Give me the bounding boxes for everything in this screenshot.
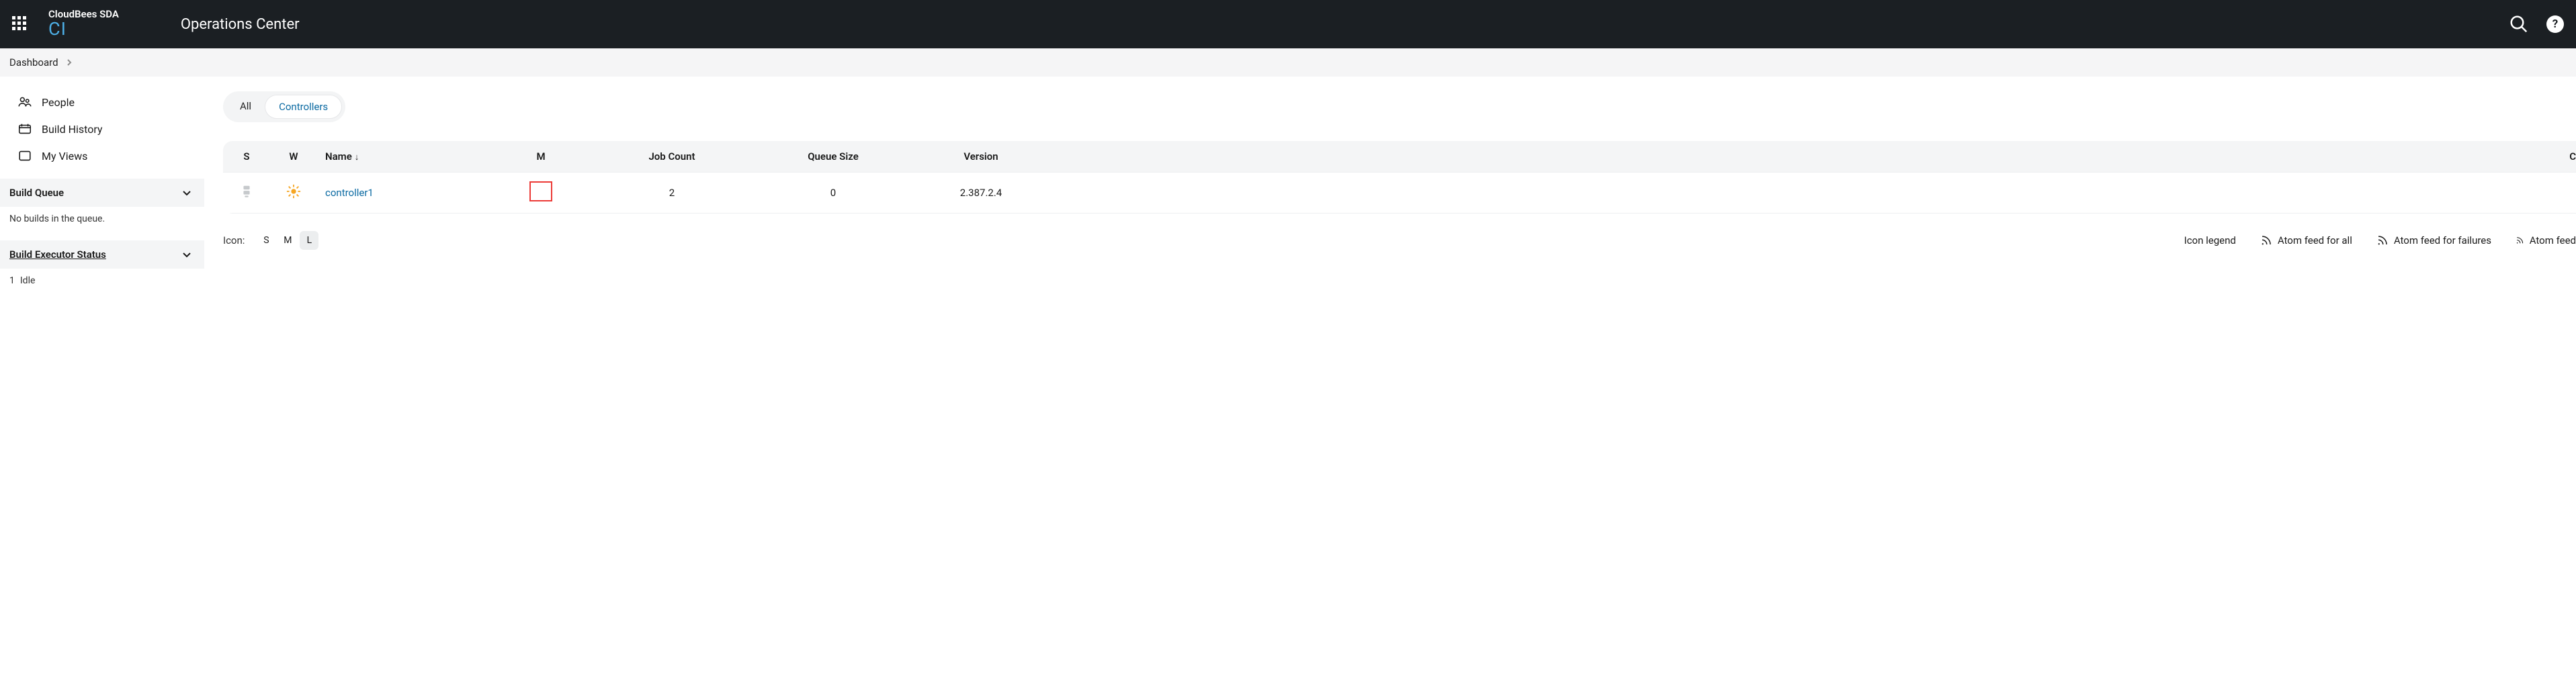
table-row[interactable]: controller1 2 0 2.387.2.4 — [223, 173, 2576, 214]
page-title: Operations Center — [181, 16, 300, 33]
col-header-s[interactable]: S — [223, 141, 270, 173]
chevron-down-icon — [181, 187, 192, 198]
executor-index: 1 — [9, 275, 15, 286]
chevron-down-icon — [181, 249, 192, 260]
brand[interactable]: CloudBees SDA CI — [48, 9, 119, 40]
breadcrumb-root[interactable]: Dashboard — [9, 56, 58, 68]
tab-controllers[interactable]: Controllers — [265, 95, 342, 119]
cell-version: 2.387.2.4 — [914, 173, 1048, 214]
atom-fail-label: Atom feed for failures — [2394, 234, 2491, 246]
sidebar-item-build-history[interactable]: Build History — [0, 116, 204, 142]
atom-all-label: Atom feed for all — [2278, 234, 2352, 246]
breadcrumb: Dashboard — [0, 48, 2576, 77]
build-executor-title: Build Executor Status — [9, 248, 106, 261]
sidebar: People Build History My Views Build Queu… — [0, 77, 204, 293]
people-icon — [17, 95, 32, 109]
atom-cut-link[interactable]: Atom feed — [2516, 234, 2576, 246]
tab-all[interactable]: All — [226, 95, 265, 119]
atom-all-link[interactable]: Atom feed for all — [2260, 234, 2352, 246]
history-icon — [17, 122, 32, 136]
col-header-name-label: Name — [325, 150, 352, 163]
icon-size-picker: Icon: S M L — [223, 231, 318, 250]
atom-fail-link[interactable]: Atom feed for failures — [2376, 234, 2491, 246]
atom-cut-label: Atom feed — [2530, 234, 2576, 246]
col-header-m[interactable]: M — [490, 141, 591, 173]
col-header-version[interactable]: Version — [914, 141, 1048, 173]
controller-name-link[interactable]: controller1 — [325, 187, 374, 199]
main-area: All Controllers S W Name↓ M Job Count Qu… — [204, 77, 2576, 293]
col-header-name[interactable]: Name↓ — [317, 141, 490, 173]
col-header-cut[interactable]: C — [1048, 141, 2576, 173]
icon-size-s[interactable]: S — [257, 231, 275, 250]
sidebar-item-label: People — [42, 96, 75, 109]
table-footer: Icon: S M L Icon legend Atom feed for al… — [223, 231, 2576, 250]
icon-size-m[interactable]: M — [278, 231, 297, 250]
help-icon[interactable]: ? — [2546, 15, 2564, 33]
view-tabs: All Controllers — [223, 91, 345, 122]
node-status-icon — [239, 184, 254, 199]
sun-icon — [286, 184, 301, 199]
build-executor-body: 1 Idle — [0, 269, 204, 293]
executor-state: Idle — [20, 275, 36, 286]
rss-icon — [2376, 234, 2389, 246]
sidebar-item-label: Build History — [42, 123, 102, 136]
sidebar-item-people[interactable]: People — [0, 89, 204, 116]
col-header-queue[interactable]: Queue Size — [753, 141, 914, 173]
chevron-right-icon — [65, 58, 73, 66]
build-queue-title: Build Queue — [9, 187, 64, 199]
app-launcher-icon[interactable] — [12, 16, 28, 32]
build-queue-toggle[interactable]: Build Queue — [0, 179, 204, 207]
icon-legend-link[interactable]: Icon legend — [2184, 234, 2236, 246]
build-executor-toggle[interactable]: Build Executor Status — [0, 240, 204, 269]
icon-size-label: Icon: — [223, 234, 245, 246]
sidebar-item-my-views[interactable]: My Views — [0, 142, 204, 169]
sidebar-item-label: My Views — [42, 150, 87, 163]
rss-icon — [2260, 234, 2272, 246]
build-queue-body: No builds in the queue. — [0, 207, 204, 231]
sort-down-icon: ↓ — [355, 152, 359, 163]
connected-box-icon[interactable] — [529, 181, 552, 201]
rss-icon — [2516, 234, 2524, 246]
views-icon — [17, 148, 32, 163]
controllers-table: S W Name↓ M Job Count Queue Size Version… — [223, 141, 2576, 214]
search-icon[interactable] — [2509, 14, 2529, 34]
icon-size-l[interactable]: L — [300, 231, 318, 250]
col-header-w[interactable]: W — [270, 141, 317, 173]
col-header-jobcount[interactable]: Job Count — [591, 141, 753, 173]
icon-legend-label: Icon legend — [2184, 234, 2236, 246]
topbar: CloudBees SDA CI Operations Center ? — [0, 0, 2576, 48]
brand-title-sub: CI — [48, 19, 119, 40]
cell-queue: 0 — [753, 173, 914, 214]
cell-jobcount: 2 — [591, 173, 753, 214]
